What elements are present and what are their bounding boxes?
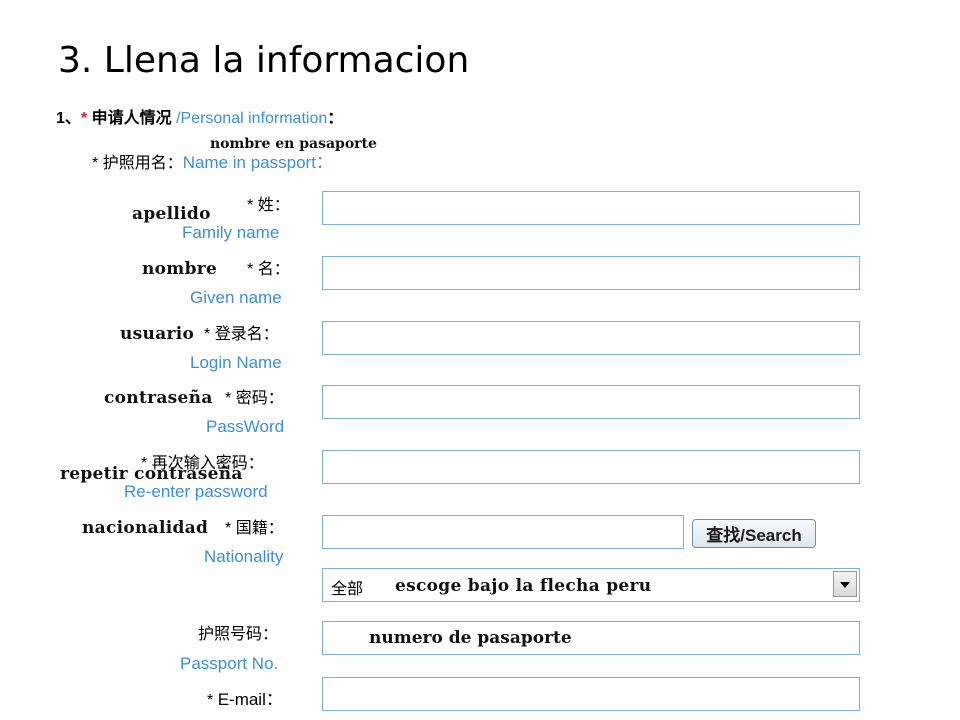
family-name-en-label: Family name (182, 223, 280, 242)
nationality-select-note: escoge bajo la flecha peru (395, 576, 652, 596)
required-star: * (92, 155, 99, 172)
required-star: * (80, 110, 88, 127)
nationality-en-label: Nationality (204, 547, 284, 566)
family-name-field[interactable] (322, 191, 860, 225)
given-name-input[interactable] (323, 257, 859, 289)
password-cn: 密码： (235, 390, 284, 407)
login-name-field[interactable] (322, 321, 860, 355)
login-name-cn: 登录名： (214, 326, 279, 343)
required-star: * (247, 261, 254, 278)
registration-form: 1、* 申请人情况 /Personal information： nombre … (52, 94, 880, 720)
email-label-en: E-mail： (217, 690, 283, 709)
password-en-label: PassWord (206, 417, 285, 436)
login-name-note: usuario (120, 324, 195, 344)
password-note: contraseña (104, 388, 213, 408)
name-in-passport-label: * 护照用名：Name in passport： (92, 148, 333, 173)
section-title-en: /Personal information (176, 110, 328, 127)
email-field[interactable] (322, 677, 860, 711)
chevron-down-icon[interactable] (833, 571, 857, 597)
password-input[interactable] (323, 386, 859, 418)
login-name-en-label: Login Name (190, 353, 282, 372)
nationality-note: nacionalidad (82, 518, 209, 538)
section-header: 1、* 申请人情况 /Personal information： (56, 104, 343, 128)
password-cn-label: * 密码： (225, 384, 284, 408)
reenter-password-field[interactable] (322, 450, 860, 484)
password-field[interactable] (322, 385, 860, 419)
passport-no-input[interactable] (323, 622, 859, 654)
given-name-en-label: Given name (190, 288, 282, 307)
search-button[interactable]: 查找/Search (692, 519, 816, 548)
family-name-input[interactable] (323, 192, 859, 224)
family-name-cn-label: * 姓： (247, 191, 290, 215)
section-title-cn: 申请人情况 (91, 110, 172, 127)
given-name-field[interactable] (322, 256, 860, 290)
section-colon: ： (327, 110, 344, 127)
family-name-cn: 姓： (257, 197, 290, 214)
login-name-input[interactable] (323, 322, 859, 354)
given-name-note: nombre (142, 259, 218, 279)
required-star: * (204, 326, 211, 343)
given-name-cn-label: * 名： (247, 255, 290, 279)
login-name-cn-label: * 登录名： (204, 320, 279, 344)
section-number: 1、 (56, 110, 81, 127)
passport-no-cn-label: 护照号码： (198, 626, 279, 643)
slide-title: 3. Llena la informacion (58, 40, 470, 81)
nationality-cn-label: * 国籍： (225, 514, 284, 538)
nationality-field[interactable] (322, 515, 684, 549)
passport-no-en-label: Passport No. (180, 654, 279, 673)
nationality-input[interactable] (323, 516, 683, 548)
given-name-cn: 名： (257, 261, 290, 278)
nationality-select[interactable]: 全部 escoge bajo la flecha peru (322, 568, 860, 602)
required-star: * (207, 692, 214, 709)
name-in-passport-cn: 护照用名： (102, 155, 183, 172)
nationality-cn: 国籍： (235, 520, 284, 537)
required-star: * (225, 520, 232, 537)
reenter-password-input[interactable] (323, 451, 859, 483)
name-in-passport-en: Name in passport： (182, 153, 333, 172)
email-label: * E-mail： (207, 685, 283, 710)
family-name-note: apellido (132, 204, 211, 224)
email-input[interactable] (323, 678, 859, 710)
nationality-select-value: 全部 (331, 581, 364, 598)
reenter-password-en-label: Re-enter password (124, 482, 268, 501)
required-star: * (225, 390, 232, 407)
reenter-password-note: repetir contraseña (60, 464, 243, 484)
required-star: * (247, 197, 254, 214)
passport-no-field[interactable] (322, 621, 860, 655)
